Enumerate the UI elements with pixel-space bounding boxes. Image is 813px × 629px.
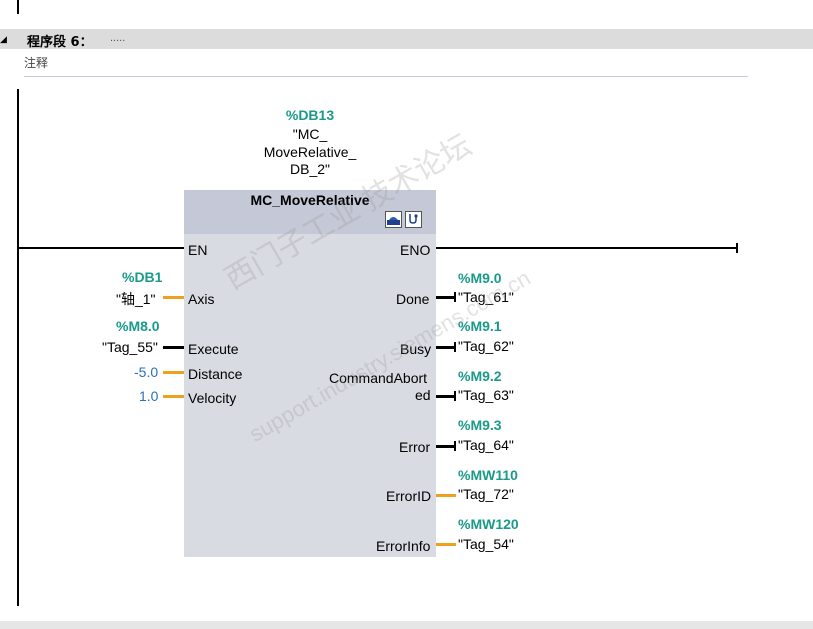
errorid-address[interactable]: %MW110 (458, 467, 518, 483)
axis-address[interactable]: %DB1 (122, 269, 162, 285)
busy-wire-end (454, 342, 456, 352)
errorid-wire (436, 494, 456, 497)
error-wire (436, 445, 456, 448)
eno-wire (436, 247, 738, 249)
error-tag[interactable]: "Tag_64" (458, 437, 514, 453)
pin-en: EN (188, 242, 208, 258)
execute-tag[interactable]: "Tag_55" (102, 339, 158, 355)
left-power-rail (17, 89, 19, 606)
block-header: MC_MoveRelative (184, 190, 436, 234)
done-wire-end (454, 292, 456, 302)
pin-error: Error (399, 439, 431, 455)
errorinfo-tag[interactable]: "Tag_54" (458, 536, 514, 552)
busy-tag[interactable]: "Tag_62" (458, 338, 514, 354)
axis-tag[interactable]: "轴_1" (116, 289, 156, 309)
instance-db-name-3: DB_2" (290, 161, 330, 177)
pin-done: Done (396, 291, 430, 307)
error-address[interactable]: %M9.3 (458, 417, 502, 433)
pin-eno: ENO (400, 242, 431, 258)
top-power-rail (17, 0, 19, 14)
aborted-wire-end (454, 391, 456, 401)
execute-address[interactable]: %M8.0 (116, 318, 160, 334)
errorinfo-address[interactable]: %MW120 (458, 516, 519, 532)
pin-axis: Axis (188, 291, 215, 307)
monitor-icon[interactable] (385, 211, 402, 228)
aborted-wire (436, 395, 456, 398)
pin-errorinfo: ErrorInfo (376, 538, 431, 554)
network-comment[interactable]: 注释 (24, 54, 748, 77)
axis-wire (163, 296, 184, 299)
network-title-dots[interactable]: ..... (110, 32, 125, 44)
velocity-value[interactable]: 1.0 (139, 388, 158, 404)
execute-wire (163, 346, 184, 349)
instance-db-name-1: "MC_ (292, 126, 328, 142)
errorinfo-wire (436, 543, 456, 546)
pin-aborted-2: ed (415, 387, 431, 403)
diagnostic-icon[interactable] (405, 211, 422, 228)
pin-execute: Execute (188, 341, 239, 357)
error-wire-end (454, 441, 456, 451)
instance-db-name-2: MoveRelative_ (263, 144, 357, 160)
aborted-address[interactable]: %M9.2 (458, 368, 502, 384)
distance-value[interactable]: -5.0 (134, 364, 158, 380)
errorid-tag[interactable]: "Tag_72" (458, 486, 514, 502)
pin-distance: Distance (188, 366, 243, 382)
aborted-tag[interactable]: "Tag_63" (458, 387, 514, 403)
network-header[interactable]: ◢ 程序段 6： ..... (0, 29, 813, 50)
pin-errorid: ErrorID (386, 488, 432, 504)
network-title: 程序段 6： (27, 35, 93, 50)
en-wire (19, 247, 184, 249)
pin-velocity: Velocity (188, 390, 237, 406)
velocity-wire (163, 395, 184, 398)
busy-wire (436, 346, 456, 349)
block-title: MC_MoveRelative (250, 192, 370, 208)
next-network-bar (0, 621, 813, 629)
eno-end-mark (736, 243, 738, 253)
done-wire (436, 296, 456, 299)
distance-wire (163, 371, 184, 374)
instance-db-address[interactable]: %DB13 (260, 107, 360, 123)
collapse-arrow-icon[interactable]: ◢ (0, 34, 7, 45)
